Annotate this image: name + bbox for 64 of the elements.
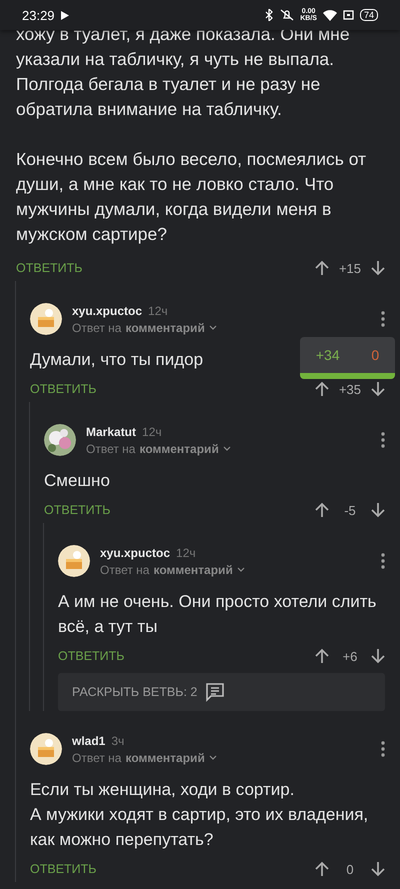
reply-button[interactable]: ОТВЕТИТЬ bbox=[44, 503, 110, 517]
chevron-icon[interactable] bbox=[208, 754, 217, 760]
chevron-icon[interactable] bbox=[222, 446, 231, 452]
upvote-icon[interactable] bbox=[315, 861, 329, 877]
reply-button[interactable]: ОТВЕТИТЬ bbox=[30, 862, 96, 876]
reply-to-link[interactable]: комментарий bbox=[125, 750, 205, 764]
play-icon bbox=[60, 10, 69, 20]
downvote-icon[interactable] bbox=[371, 648, 385, 664]
reply-button[interactable]: ОТВЕТИТЬ bbox=[58, 649, 124, 663]
upvote-icon[interactable] bbox=[315, 648, 329, 664]
author-name[interactable]: wlad1 bbox=[72, 734, 106, 748]
reply-button[interactable]: ОТВЕТИТЬ bbox=[16, 261, 82, 275]
more-icon[interactable] bbox=[381, 741, 385, 757]
score: +15 bbox=[338, 260, 361, 276]
downvote-icon[interactable] bbox=[371, 260, 385, 276]
score: +35 bbox=[338, 382, 361, 396]
more-icon[interactable] bbox=[381, 432, 385, 448]
comment-time: 3ч bbox=[111, 734, 124, 748]
reply-to-label: Ответ на bbox=[86, 442, 136, 456]
chevron-icon[interactable] bbox=[236, 566, 245, 572]
more-icon[interactable] bbox=[381, 311, 385, 327]
comment-time: 12ч bbox=[176, 546, 196, 560]
downvote-icon[interactable] bbox=[371, 861, 385, 877]
cake-icon bbox=[30, 303, 62, 335]
upvote-icon[interactable] bbox=[315, 502, 329, 518]
comment-text: Думали, что ты пидор bbox=[30, 349, 204, 371]
author-name[interactable]: xyu.xpuctoc bbox=[100, 546, 170, 560]
reply-to-link[interactable]: комментарий bbox=[125, 320, 205, 334]
downvote-icon[interactable] bbox=[371, 381, 385, 397]
upvote-icon[interactable] bbox=[314, 260, 329, 276]
score: +6 bbox=[342, 648, 358, 664]
reply-to-link[interactable]: комментарий bbox=[139, 442, 219, 456]
comment-text: А им не очень. Они просто хотели слить всё, а тут ты bbox=[58, 591, 378, 638]
reply-to-label: Ответ на bbox=[72, 320, 122, 334]
wifi-icon bbox=[322, 10, 337, 20]
expand-branch-button[interactable]: РАСКРЫТЬ ВЕТВЬ: 2 bbox=[58, 673, 385, 711]
reply-to-link[interactable]: комментарий bbox=[153, 562, 233, 576]
minus-count: 0 bbox=[371, 347, 380, 363]
cake-icon bbox=[58, 545, 90, 577]
bluetooth-icon bbox=[264, 9, 274, 21]
clock: 23:29 bbox=[22, 8, 55, 22]
reply-to-label: Ответ на bbox=[100, 562, 150, 576]
cake-icon bbox=[30, 733, 62, 765]
screen-icon bbox=[342, 10, 354, 20]
author-name[interactable]: xyu.xpuctoc bbox=[72, 304, 142, 318]
reply-to-label: Ответ на bbox=[72, 750, 122, 764]
chevron-icon[interactable] bbox=[208, 324, 217, 330]
comment-time: 12ч bbox=[148, 304, 168, 318]
author-name[interactable]: Markatut bbox=[86, 424, 136, 438]
comment-time: 12ч bbox=[142, 424, 162, 438]
downvote-icon[interactable] bbox=[371, 502, 385, 518]
comment-text: Если ты женщина, ходи в сортир. bbox=[30, 779, 294, 801]
plus-count: +34 bbox=[316, 347, 340, 363]
battery-level: 74 bbox=[360, 9, 378, 21]
comment-text: А мужики ходят в сартир, это их владения, как можно перепутать? bbox=[30, 804, 370, 851]
comment-text: Конечно всем было весело, посмеялись от души, а мне как то не ловко стало. Что мужчины думали, когда видели меня в мужском сартире? bbox=[16, 148, 368, 246]
mute-icon bbox=[280, 9, 294, 21]
upvote-icon[interactable] bbox=[314, 381, 329, 397]
score: 0 bbox=[345, 862, 355, 876]
more-icon[interactable] bbox=[381, 553, 385, 569]
score: -5 bbox=[343, 502, 357, 518]
reply-button[interactable]: ОТВЕТИТЬ bbox=[30, 382, 96, 396]
comment-text: Смешно bbox=[44, 470, 110, 492]
comment-icon bbox=[205, 682, 226, 702]
